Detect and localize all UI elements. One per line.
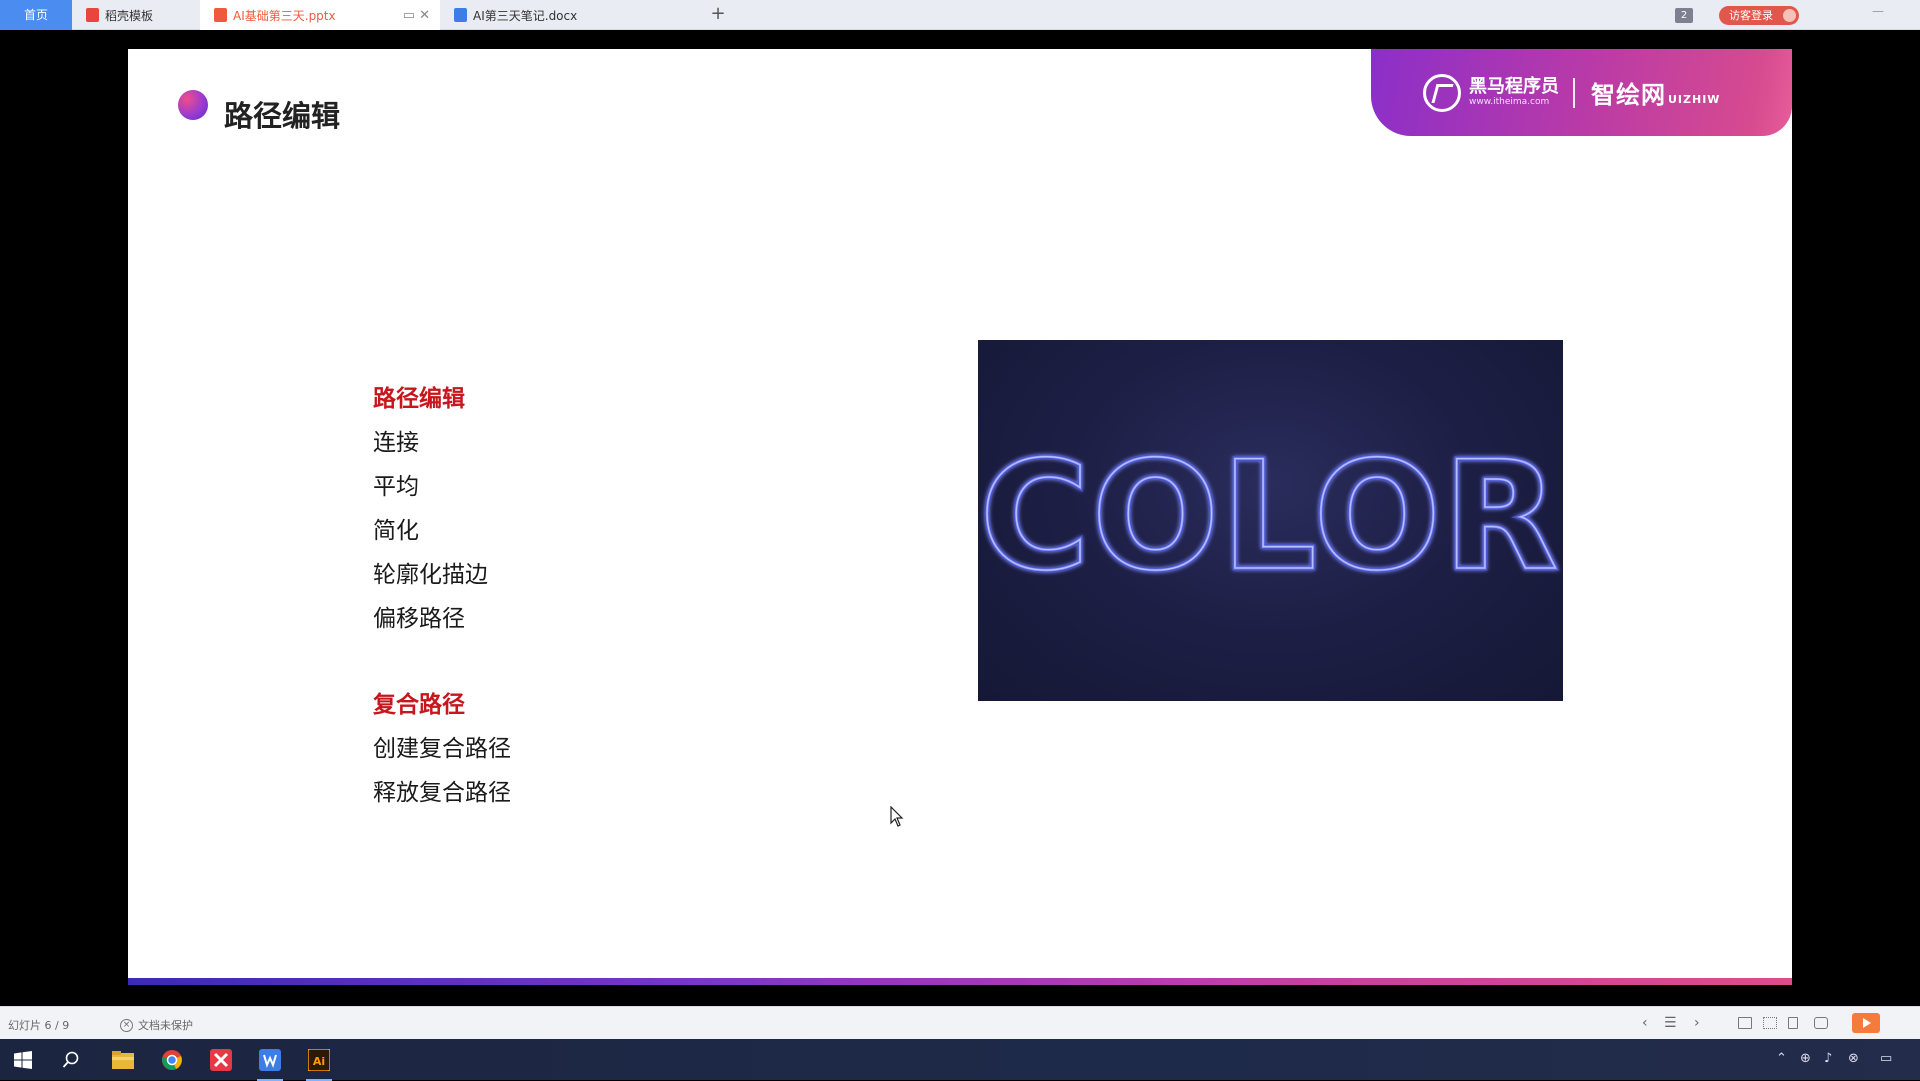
slide: 黑马程序员 www.itheima.com 智绘网 UIZHIW 路径编辑 路径编…: [128, 49, 1792, 985]
list-item: 连接: [373, 430, 419, 456]
close-icon[interactable]: ▭ ✕: [403, 8, 430, 23]
list-item: 轮廓化描边: [373, 562, 488, 588]
status-bar: 幻灯片 6 / 9 × 文档未保护 ‹ ☰ ›: [0, 1006, 1920, 1039]
prev-slide-button[interactable]: ‹: [1642, 1015, 1648, 1031]
shield-icon: ×: [120, 1018, 133, 1032]
taskbar: Ai ⌃ ⊕ ♪ ⊗ ▭: [0, 1039, 1920, 1081]
list-item: 平均: [373, 474, 419, 500]
list-item: 偏移路径: [373, 606, 465, 632]
doc-protect-status[interactable]: × 文档未保护: [120, 1017, 193, 1033]
status-icon[interactable]: ⊗: [1848, 1051, 1859, 1066]
notes-view-icon[interactable]: [1814, 1017, 1828, 1029]
brand-logo-icon: [1423, 73, 1461, 112]
windows-start-icon[interactable]: [8, 1045, 38, 1075]
file-explorer-icon[interactable]: [108, 1045, 138, 1075]
doc-status-label: 文档未保护: [138, 1019, 193, 1032]
wps-writer-icon[interactable]: [255, 1045, 285, 1081]
volume-icon[interactable]: ♪: [1824, 1051, 1832, 1066]
section-compound-path: 复合路径 创建复合路径 释放复合路径: [373, 683, 511, 815]
slide-count: 幻灯片 6 / 9: [8, 1019, 70, 1032]
list-item: 创建复合路径: [373, 736, 511, 762]
section-path-edit: 路径编辑 连接 平均 简化 轮廓化描边 偏移路径: [373, 377, 488, 641]
brand-second-suffix: UIZHIW: [1668, 93, 1721, 106]
color-neon-image: COLOR COLOR COLOR: [978, 340, 1563, 701]
list-item: 简化: [373, 518, 419, 544]
brand-url: www.itheima.com: [1469, 97, 1550, 107]
tab-home[interactable]: 首页: [0, 0, 72, 30]
brand-banner: 黑马程序员 www.itheima.com 智绘网 UIZHIW: [1371, 49, 1792, 136]
tab-bar: 首页 稻壳模板 AI基础第三天.pptx ▭ ✕ AI第三天笔记.docx + …: [0, 0, 1920, 30]
section-heading: 路径编辑: [373, 386, 465, 412]
avatar-icon: [1783, 9, 1796, 22]
tab-count-badge[interactable]: 2: [1675, 8, 1693, 23]
normal-view-icon[interactable]: [1738, 1017, 1752, 1029]
docer-icon: [86, 8, 99, 22]
slide-title: 路径编辑: [224, 99, 341, 133]
search-icon[interactable]: [56, 1045, 86, 1075]
pptx-icon: [214, 8, 227, 22]
chrome-icon[interactable]: [157, 1045, 187, 1075]
section-heading: 复合路径: [373, 692, 465, 718]
network-icon[interactable]: ⊕: [1800, 1051, 1811, 1066]
outline-list-icon[interactable]: ☰: [1664, 1015, 1677, 1031]
xmind-icon[interactable]: [206, 1045, 236, 1075]
tab-docer[interactable]: 稻壳模板: [72, 0, 200, 30]
mouse-cursor-icon: [890, 806, 904, 827]
color-text-graphic: COLOR COLOR COLOR: [978, 428, 1561, 607]
brand-second: 智绘网 UIZHIW: [1591, 75, 1720, 110]
illustrator-icon[interactable]: Ai: [304, 1045, 334, 1081]
minimize-icon[interactable]: —: [1872, 4, 1884, 18]
brand-second-name: 智绘网: [1591, 81, 1666, 109]
slide-stage: 黑马程序员 www.itheima.com 智绘网 UIZHIW 路径编辑 路径编…: [0, 30, 1920, 1006]
new-tab-button[interactable]: +: [706, 0, 730, 30]
tab-pptx[interactable]: AI基础第三天.pptx ▭ ✕: [200, 0, 440, 30]
slide-accent-bar: [128, 978, 1792, 985]
play-slideshow-button[interactable]: [1852, 1013, 1880, 1033]
brand-name: 黑马程序员: [1469, 76, 1559, 97]
reading-view-icon[interactable]: [1788, 1017, 1798, 1029]
color-text-inner: COLOR: [980, 430, 1561, 604]
brand-divider: [1573, 77, 1575, 108]
docx-icon: [454, 8, 467, 22]
tab-label: AI基础第三天.pptx: [233, 8, 336, 23]
login-label: 访客登录: [1729, 9, 1773, 22]
tab-label: AI第三天笔记.docx: [473, 8, 578, 23]
list-item: 释放复合路径: [373, 780, 511, 806]
tray-chevron-icon[interactable]: ⌃: [1776, 1051, 1787, 1066]
svg-text:Ai: Ai: [313, 1055, 325, 1068]
sorter-view-icon[interactable]: [1763, 1017, 1777, 1029]
tab-label: 稻壳模板: [105, 8, 154, 23]
login-button[interactable]: 访客登录: [1719, 6, 1799, 25]
title-dot-icon: [178, 90, 208, 120]
next-slide-button[interactable]: ›: [1694, 1015, 1700, 1031]
notification-icon[interactable]: ▭: [1880, 1051, 1892, 1066]
tab-docx[interactable]: AI第三天笔记.docx: [440, 0, 702, 30]
